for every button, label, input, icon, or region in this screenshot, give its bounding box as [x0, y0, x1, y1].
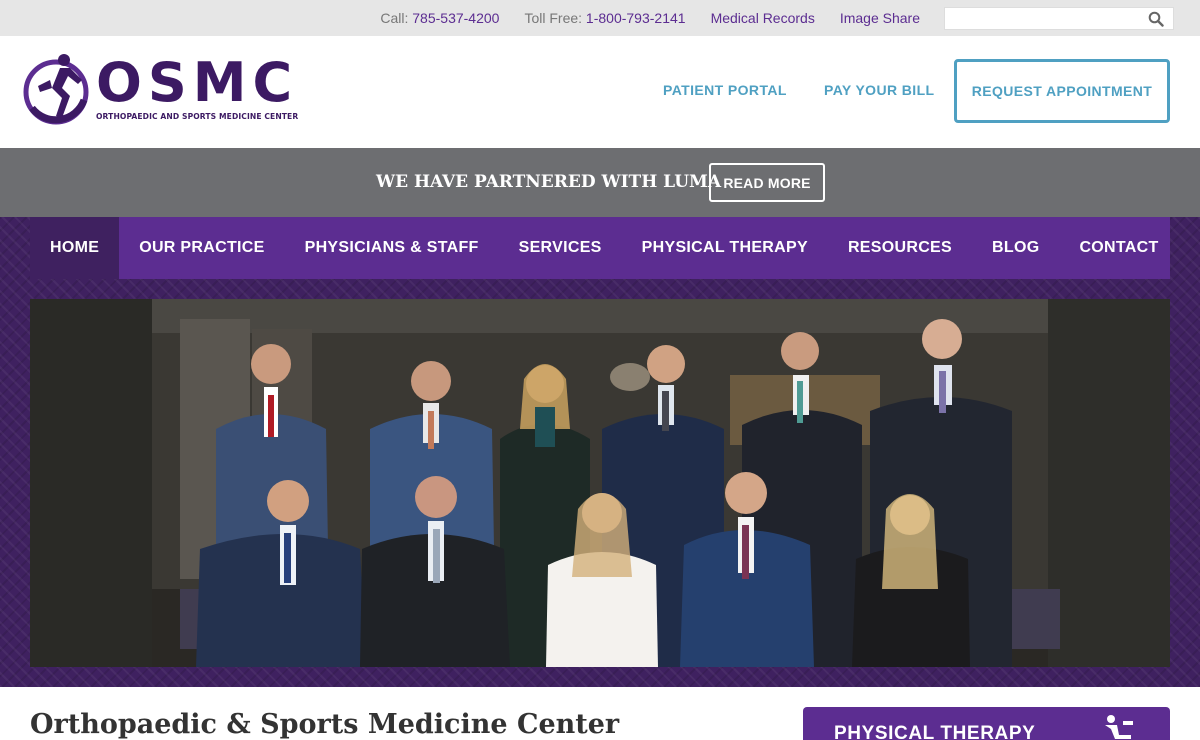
runner-logo-icon [23, 54, 89, 125]
image-share-link[interactable]: Image Share [840, 10, 920, 26]
search-box [944, 7, 1174, 30]
physical-therapy-box[interactable]: PHYSICAL THERAPY [803, 707, 1170, 740]
nav-item-our-practice[interactable]: OUR PRACTICE [119, 217, 284, 279]
nav-item-services[interactable]: SERVICES [499, 217, 622, 279]
nav-item-contact[interactable]: CONTACT [1059, 217, 1178, 279]
site-header: OSMC ORTHOPAEDIC AND SPORTS MEDICINE CEN… [0, 36, 1200, 148]
read-more-button[interactable]: READ MORE [709, 163, 825, 202]
physical-therapy-icon [1105, 715, 1133, 739]
nav-item-physicians-staff[interactable]: PHYSICIANS & STAFF [285, 217, 499, 279]
nav-item-blog[interactable]: BLOG [972, 217, 1059, 279]
page-title: Orthopaedic & Sports Medicine Center [30, 709, 620, 740]
utility-bar: Call: 785-537-4200 Toll Free: 1-800-793-… [0, 0, 1200, 36]
pay-bill-link[interactable]: PAY YOUR BILL [824, 82, 935, 98]
utility-links: Call: 785-537-4200 Toll Free: 1-800-793-… [380, 0, 920, 36]
tollfree-number-link[interactable]: 1-800-793-2141 [586, 10, 686, 26]
call-info: Call: 785-537-4200 [380, 10, 499, 26]
content-area: Orthopaedic & Sports Medicine Center PHY… [0, 687, 1200, 740]
staff-photo-illustration [30, 299, 1170, 667]
call-label: Call: [380, 10, 409, 26]
call-number-link[interactable]: 785-537-4200 [412, 10, 499, 26]
logo-subtitle: ORTHOPAEDIC AND SPORTS MEDICINE CENTER [96, 112, 299, 121]
nav-item-resources[interactable]: RESOURCES [828, 217, 972, 279]
search-icon[interactable] [1148, 11, 1164, 27]
tollfree-label: Toll Free: [524, 10, 583, 26]
search-input[interactable] [945, 8, 1145, 29]
hero-band: HOME OUR PRACTICE PHYSICIANS & STAFF SER… [0, 217, 1200, 687]
tollfree-info: Toll Free: 1-800-793-2141 [524, 10, 685, 26]
physical-therapy-box-label: PHYSICAL THERAPY [834, 723, 1036, 740]
announcement-message: WE HAVE PARTNERED WITH LUMA [376, 172, 722, 192]
main-nav: HOME OUR PRACTICE PHYSICIANS & STAFF SER… [30, 217, 1170, 279]
osmc-logo[interactable]: OSMC ORTHOPAEDIC AND SPORTS MEDICINE CEN… [22, 50, 298, 132]
medical-records-link[interactable]: Medical Records [711, 10, 815, 26]
nav-item-home[interactable]: HOME [30, 217, 120, 279]
nav-item-physical-therapy[interactable]: PHYSICAL THERAPY [622, 217, 828, 279]
request-appointment-button[interactable]: REQUEST APPOINTMENT [954, 59, 1170, 123]
staff-group-photo [30, 299, 1170, 667]
logo-wordmark: OSMC [96, 51, 299, 114]
announcement-bar: WE HAVE PARTNERED WITH LUMA READ MORE [0, 148, 1200, 217]
patient-portal-link[interactable]: PATIENT PORTAL [663, 82, 787, 98]
